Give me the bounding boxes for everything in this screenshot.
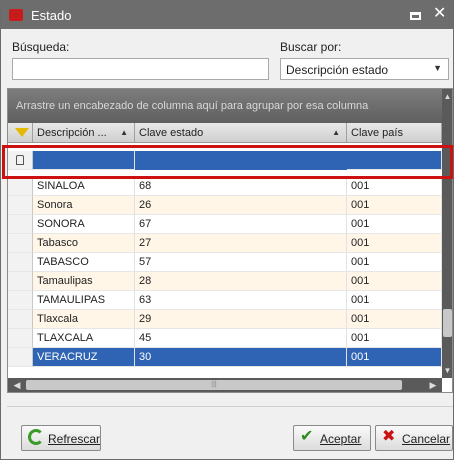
- column-header-clave-estado[interactable]: Clave estado ▲: [135, 123, 347, 143]
- states-grid: Arrastre un encabezado de columna aquí p…: [7, 88, 453, 393]
- footer-divider: [7, 406, 453, 407]
- x-icon: ✖: [382, 428, 396, 445]
- row-indicator: [8, 196, 33, 215]
- accept-label: Aceptar: [320, 432, 362, 446]
- cell-clave-estado[interactable]: 29: [135, 310, 347, 329]
- search-by-value: Descripción estado: [286, 63, 389, 77]
- cell-clave-pais[interactable]: 001: [347, 196, 442, 215]
- cell-clave-estado[interactable]: 67: [135, 215, 347, 234]
- refresh-label: Refrescar: [48, 432, 101, 446]
- cell-clave-estado[interactable]: 68: [135, 177, 347, 196]
- column-header-label: Clave estado: [139, 127, 204, 139]
- filter-header-cell[interactable]: [8, 123, 33, 143]
- row-indicator: [8, 310, 33, 329]
- cancel-label: Cancelar: [402, 432, 451, 446]
- cell-clave-pais[interactable]: 001: [347, 291, 442, 310]
- cell-clave-estado[interactable]: 63: [135, 291, 347, 310]
- scroll-right-icon[interactable]: ▶: [427, 379, 439, 391]
- row-indicator: [8, 348, 33, 367]
- vertical-scrollbar[interactable]: ▲ ▼: [442, 89, 452, 378]
- table-row[interactable]: Tlaxcala 29 001: [8, 310, 442, 329]
- table-row[interactable]: TLAXCALA 45 001: [8, 329, 442, 348]
- close-icon[interactable]: ✕: [433, 5, 446, 23]
- cell-clave-pais[interactable]: 001: [347, 215, 442, 234]
- table-row[interactable]: SINALOA 68 001: [8, 177, 442, 196]
- cell-clave-pais[interactable]: 001: [347, 329, 442, 348]
- cell-descripcion[interactable]: Tabasco: [33, 234, 135, 253]
- search-by-label: Buscar por:: [280, 40, 342, 54]
- cell-descripcion[interactable]: SONORA: [33, 215, 135, 234]
- cell-clave-estado[interactable]: 27: [135, 234, 347, 253]
- cell-descripcion[interactable]: TLAXCALA: [33, 329, 135, 348]
- cell-clave-pais[interactable]: 001: [347, 177, 442, 196]
- horizontal-scroll-thumb[interactable]: |||: [26, 380, 402, 390]
- filter-funnel-icon[interactable]: [15, 128, 29, 137]
- filter-row-highlight: [2, 145, 453, 179]
- cell-clave-estado[interactable]: 26: [135, 196, 347, 215]
- title-bar: Estado ✕: [1, 1, 453, 29]
- row-indicator: [8, 291, 33, 310]
- table-row[interactable]: Tamaulipas 28 001: [8, 272, 442, 291]
- cell-descripcion[interactable]: SINALOA: [33, 177, 135, 196]
- sort-up-icon: ▲: [120, 128, 128, 137]
- cell-clave-pais[interactable]: 001: [347, 348, 442, 367]
- sort-up-icon: ▲: [332, 128, 340, 137]
- column-header-label: Descripción ...: [37, 127, 107, 139]
- search-label: Búsqueda:: [12, 40, 70, 54]
- search-input[interactable]: [12, 58, 269, 80]
- cell-clave-pais[interactable]: 001: [347, 234, 442, 253]
- accept-button[interactable]: ✔ Aceptar: [293, 425, 371, 451]
- row-indicator: [8, 329, 33, 348]
- cancel-button[interactable]: ✖ Cancelar: [375, 425, 453, 451]
- vertical-scroll-thumb[interactable]: [443, 309, 452, 337]
- scroll-up-icon[interactable]: ▲: [443, 91, 452, 102]
- row-indicator: [8, 234, 33, 253]
- table-row[interactable]: SONORA 67 001: [8, 215, 442, 234]
- column-header-descripcion[interactable]: Descripción ... ▲: [33, 123, 135, 143]
- refresh-icon: [28, 429, 44, 445]
- group-by-panel[interactable]: Arrastre un encabezado de columna aquí p…: [8, 89, 442, 123]
- cell-clave-estado[interactable]: 28: [135, 272, 347, 291]
- table-row[interactable]: TAMAULIPAS 63 001: [8, 291, 442, 310]
- cell-descripcion[interactable]: Sonora: [33, 196, 135, 215]
- cell-descripcion[interactable]: Tlaxcala: [33, 310, 135, 329]
- column-header-label: Clave país: [351, 127, 403, 139]
- horizontal-scrollbar[interactable]: ◀ ||| ▶: [8, 378, 442, 392]
- table-row[interactable]: TABASCO 57 001: [8, 253, 442, 272]
- cell-clave-estado[interactable]: 45: [135, 329, 347, 348]
- estado-dialog: Estado ✕ Búsqueda: Buscar por: Descripci…: [0, 0, 454, 460]
- cell-clave-pais[interactable]: 001: [347, 253, 442, 272]
- maximize-icon[interactable]: [410, 12, 421, 20]
- refresh-button[interactable]: Refrescar: [21, 425, 101, 451]
- table-row[interactable]: Tabasco 27 001: [8, 234, 442, 253]
- cell-clave-pais[interactable]: 001: [347, 310, 442, 329]
- cell-descripcion[interactable]: VERACRUZ: [33, 348, 135, 367]
- app-icon: [9, 9, 23, 21]
- window-title: Estado: [31, 8, 72, 23]
- column-header-clave-pais[interactable]: Clave país: [347, 123, 442, 143]
- scroll-left-icon[interactable]: ◀: [11, 379, 23, 391]
- scroll-down-icon[interactable]: ▼: [443, 365, 452, 376]
- table-row[interactable]: VERACRUZ 30 001: [8, 348, 442, 367]
- row-indicator: [8, 253, 33, 272]
- row-indicator: [8, 272, 33, 291]
- search-by-select[interactable]: Descripción estado ▼: [280, 58, 449, 80]
- chevron-down-icon[interactable]: ▼: [433, 63, 442, 73]
- cell-clave-pais[interactable]: 001: [347, 272, 442, 291]
- check-icon: ✔: [300, 428, 314, 445]
- cell-clave-estado[interactable]: 57: [135, 253, 347, 272]
- table-row[interactable]: Sonora 26 001: [8, 196, 442, 215]
- cell-clave-estado[interactable]: 30: [135, 348, 347, 367]
- cell-descripcion[interactable]: TABASCO: [33, 253, 135, 272]
- cell-descripcion[interactable]: TAMAULIPAS: [33, 291, 135, 310]
- cell-descripcion[interactable]: Tamaulipas: [33, 272, 135, 291]
- row-indicator: [8, 215, 33, 234]
- row-indicator: [8, 177, 33, 196]
